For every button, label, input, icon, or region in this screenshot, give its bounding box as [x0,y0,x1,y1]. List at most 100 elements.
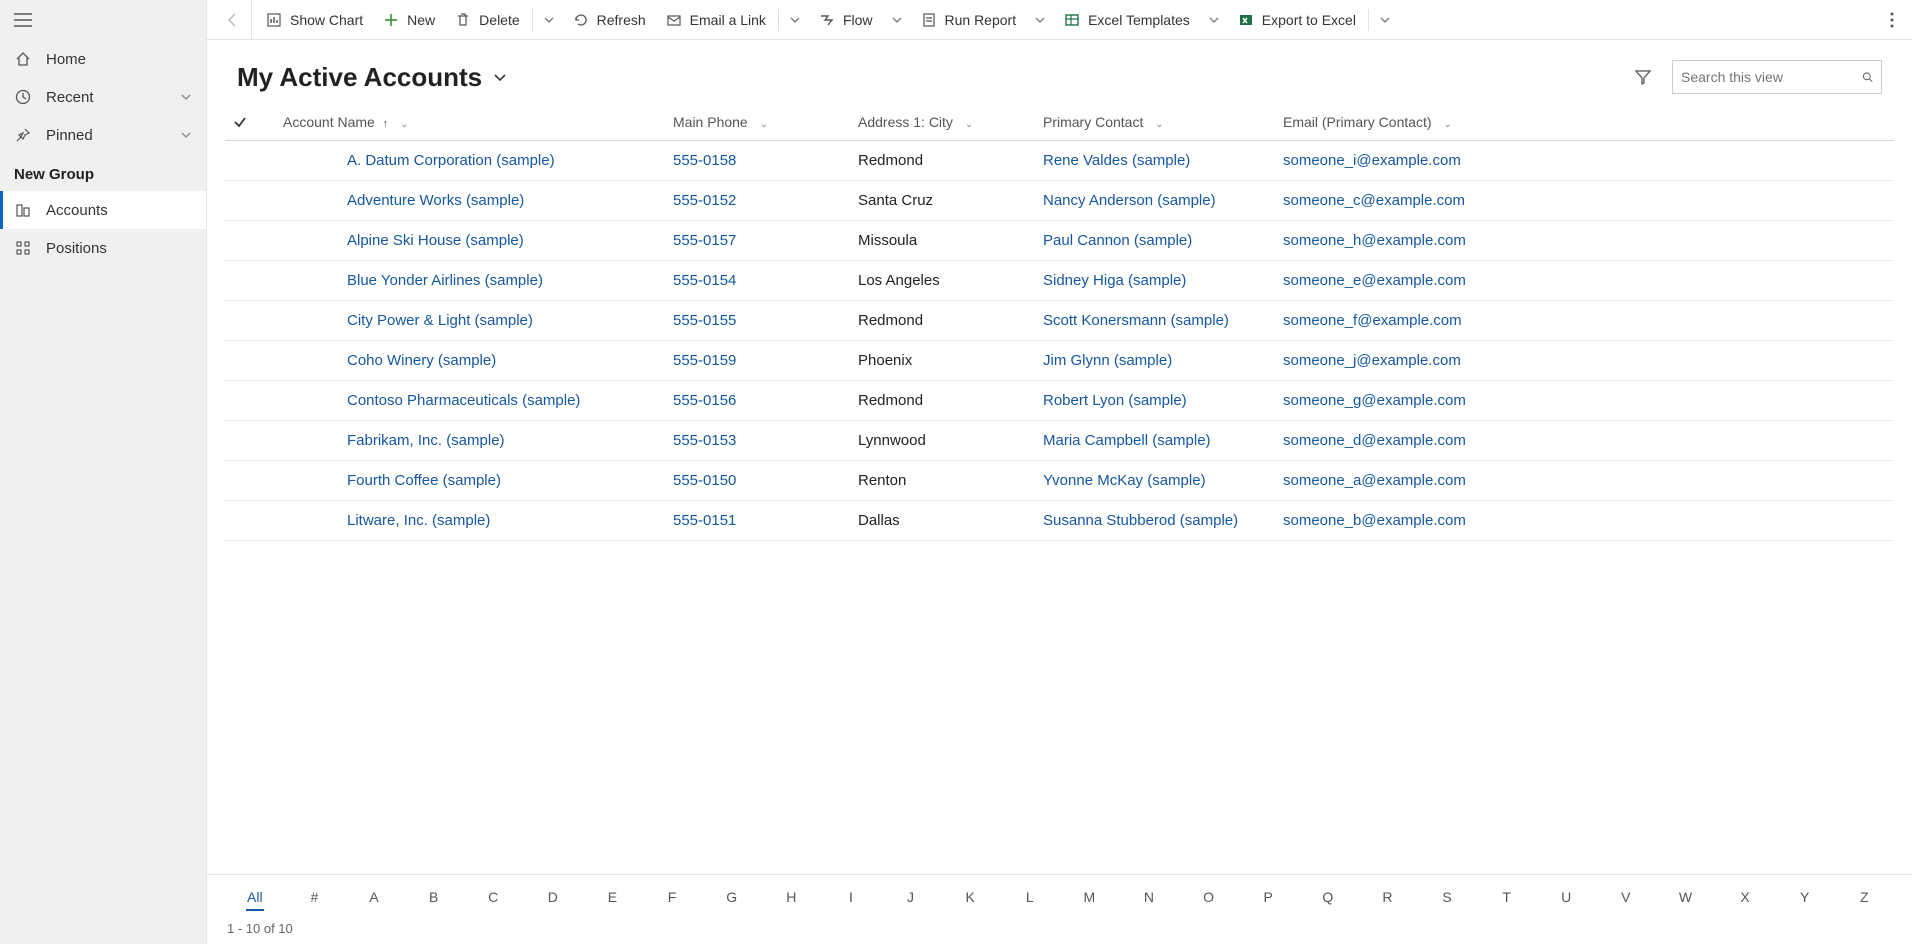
column-account-name[interactable]: Account Name ↑ ⌄ [275,104,665,141]
refresh-button[interactable]: Refresh [563,0,656,39]
contact-link[interactable]: Sidney Higa (sample) [1043,272,1186,289]
excel-templates-button[interactable]: Excel Templates [1054,0,1200,39]
nav-home[interactable]: Home [0,40,206,78]
email-link-button[interactable]: Email a Link [656,0,776,39]
account-name-link[interactable]: Adventure Works (sample) [347,192,524,209]
filter-button[interactable] [1624,62,1662,92]
phone-link[interactable]: 555-0152 [673,192,736,209]
phone-link[interactable]: 555-0153 [673,432,736,449]
row-select[interactable] [225,341,275,381]
alpha-a[interactable]: A [344,881,404,913]
alpha-b[interactable]: B [404,881,464,913]
nav-positions[interactable]: Positions [0,229,206,267]
column-email[interactable]: Email (Primary Contact) ⌄ [1275,104,1894,141]
phone-link[interactable]: 555-0157 [673,232,736,249]
alpha-c[interactable]: C [463,881,523,913]
report-dropdown[interactable] [1026,0,1054,39]
account-name-link[interactable]: Contoso Pharmaceuticals (sample) [347,392,580,409]
phone-link[interactable]: 555-0155 [673,312,736,329]
phone-link[interactable]: 555-0150 [673,472,736,489]
run-report-button[interactable]: Run Report [911,0,1027,39]
email-link[interactable]: someone_j@example.com [1283,352,1461,369]
row-select[interactable] [225,421,275,461]
alpha-q[interactable]: Q [1298,881,1358,913]
account-name-link[interactable]: Litware, Inc. (sample) [347,512,490,529]
account-name-link[interactable]: Coho Winery (sample) [347,352,496,369]
phone-link[interactable]: 555-0154 [673,272,736,289]
email-dropdown[interactable] [781,0,809,39]
view-selector[interactable]: My Active Accounts [237,62,508,93]
delete-button[interactable]: Delete [445,0,529,39]
table-row[interactable]: City Power & Light (sample)555-0155Redmo… [225,301,1894,341]
alpha-v[interactable]: V [1596,881,1656,913]
alpha-e[interactable]: E [583,881,643,913]
table-row[interactable]: Coho Winery (sample)555-0159PhoenixJim G… [225,341,1894,381]
alpha-f[interactable]: F [642,881,702,913]
phone-link[interactable]: 555-0159 [673,352,736,369]
row-select[interactable] [225,221,275,261]
phone-link[interactable]: 555-0151 [673,512,736,529]
hamburger-button[interactable] [0,0,206,40]
account-name-link[interactable]: City Power & Light (sample) [347,312,533,329]
row-select[interactable] [225,181,275,221]
contact-link[interactable]: Susanna Stubberod (sample) [1043,512,1238,529]
alpha-o[interactable]: O [1179,881,1239,913]
contact-link[interactable]: Jim Glynn (sample) [1043,352,1172,369]
search-input[interactable] [1681,69,1862,85]
alpha-t[interactable]: T [1477,881,1537,913]
account-name-link[interactable]: Fabrikam, Inc. (sample) [347,432,505,449]
show-chart-button[interactable]: Show Chart [256,0,373,39]
column-city[interactable]: Address 1: City ⌄ [850,104,1035,141]
email-link[interactable]: someone_a@example.com [1283,472,1466,489]
account-name-link[interactable]: Blue Yonder Airlines (sample) [347,272,543,289]
contact-link[interactable]: Paul Cannon (sample) [1043,232,1192,249]
contact-link[interactable]: Nancy Anderson (sample) [1043,192,1216,209]
row-select[interactable] [225,461,275,501]
alpha-d[interactable]: D [523,881,583,913]
table-row[interactable]: Blue Yonder Airlines (sample)555-0154Los… [225,261,1894,301]
table-row[interactable]: Contoso Pharmaceuticals (sample)555-0156… [225,381,1894,421]
alpha-n[interactable]: N [1119,881,1179,913]
export-dropdown[interactable] [1371,0,1399,39]
row-select[interactable] [225,141,275,181]
nav-accounts[interactable]: Accounts [0,191,206,229]
contact-link[interactable]: Maria Campbell (sample) [1043,432,1211,449]
column-primary-contact[interactable]: Primary Contact ⌄ [1035,104,1275,141]
nav-recent[interactable]: Recent [0,78,206,116]
delete-dropdown[interactable] [535,0,563,39]
row-select[interactable] [225,261,275,301]
select-all-column[interactable] [225,104,275,141]
table-row[interactable]: A. Datum Corporation (sample)555-0158Red… [225,141,1894,181]
table-row[interactable]: Litware, Inc. (sample)555-0151DallasSusa… [225,501,1894,541]
email-link[interactable]: someone_g@example.com [1283,392,1466,409]
alpha-all[interactable]: All [225,881,285,913]
account-name-link[interactable]: A. Datum Corporation (sample) [347,152,555,169]
overflow-button[interactable] [1880,0,1904,39]
alpha-g[interactable]: G [702,881,762,913]
email-link[interactable]: someone_c@example.com [1283,192,1465,209]
nav-pinned[interactable]: Pinned [0,116,206,154]
export-excel-button[interactable]: Export to Excel [1228,0,1366,39]
table-row[interactable]: Adventure Works (sample)555-0152Santa Cr… [225,181,1894,221]
table-row[interactable]: Fourth Coffee (sample)555-0150RentonYvon… [225,461,1894,501]
account-name-link[interactable]: Alpine Ski House (sample) [347,232,524,249]
contact-link[interactable]: Rene Valdes (sample) [1043,152,1190,169]
row-select[interactable] [225,501,275,541]
alpha-l[interactable]: L [1000,881,1060,913]
alpha-r[interactable]: R [1358,881,1418,913]
email-link[interactable]: someone_d@example.com [1283,432,1466,449]
contact-link[interactable]: Scott Konersmann (sample) [1043,312,1229,329]
alpha-y[interactable]: Y [1775,881,1835,913]
email-link[interactable]: someone_e@example.com [1283,272,1466,289]
contact-link[interactable]: Robert Lyon (sample) [1043,392,1187,409]
table-row[interactable]: Fabrikam, Inc. (sample)555-0153LynnwoodM… [225,421,1894,461]
alpha-k[interactable]: K [940,881,1000,913]
column-main-phone[interactable]: Main Phone ⌄ [665,104,850,141]
phone-link[interactable]: 555-0158 [673,152,736,169]
alpha-z[interactable]: Z [1834,881,1894,913]
account-name-link[interactable]: Fourth Coffee (sample) [347,472,501,489]
excel-templates-dropdown[interactable] [1200,0,1228,39]
new-button[interactable]: New [373,0,445,39]
alpha-w[interactable]: W [1656,881,1716,913]
alpha-u[interactable]: U [1536,881,1596,913]
